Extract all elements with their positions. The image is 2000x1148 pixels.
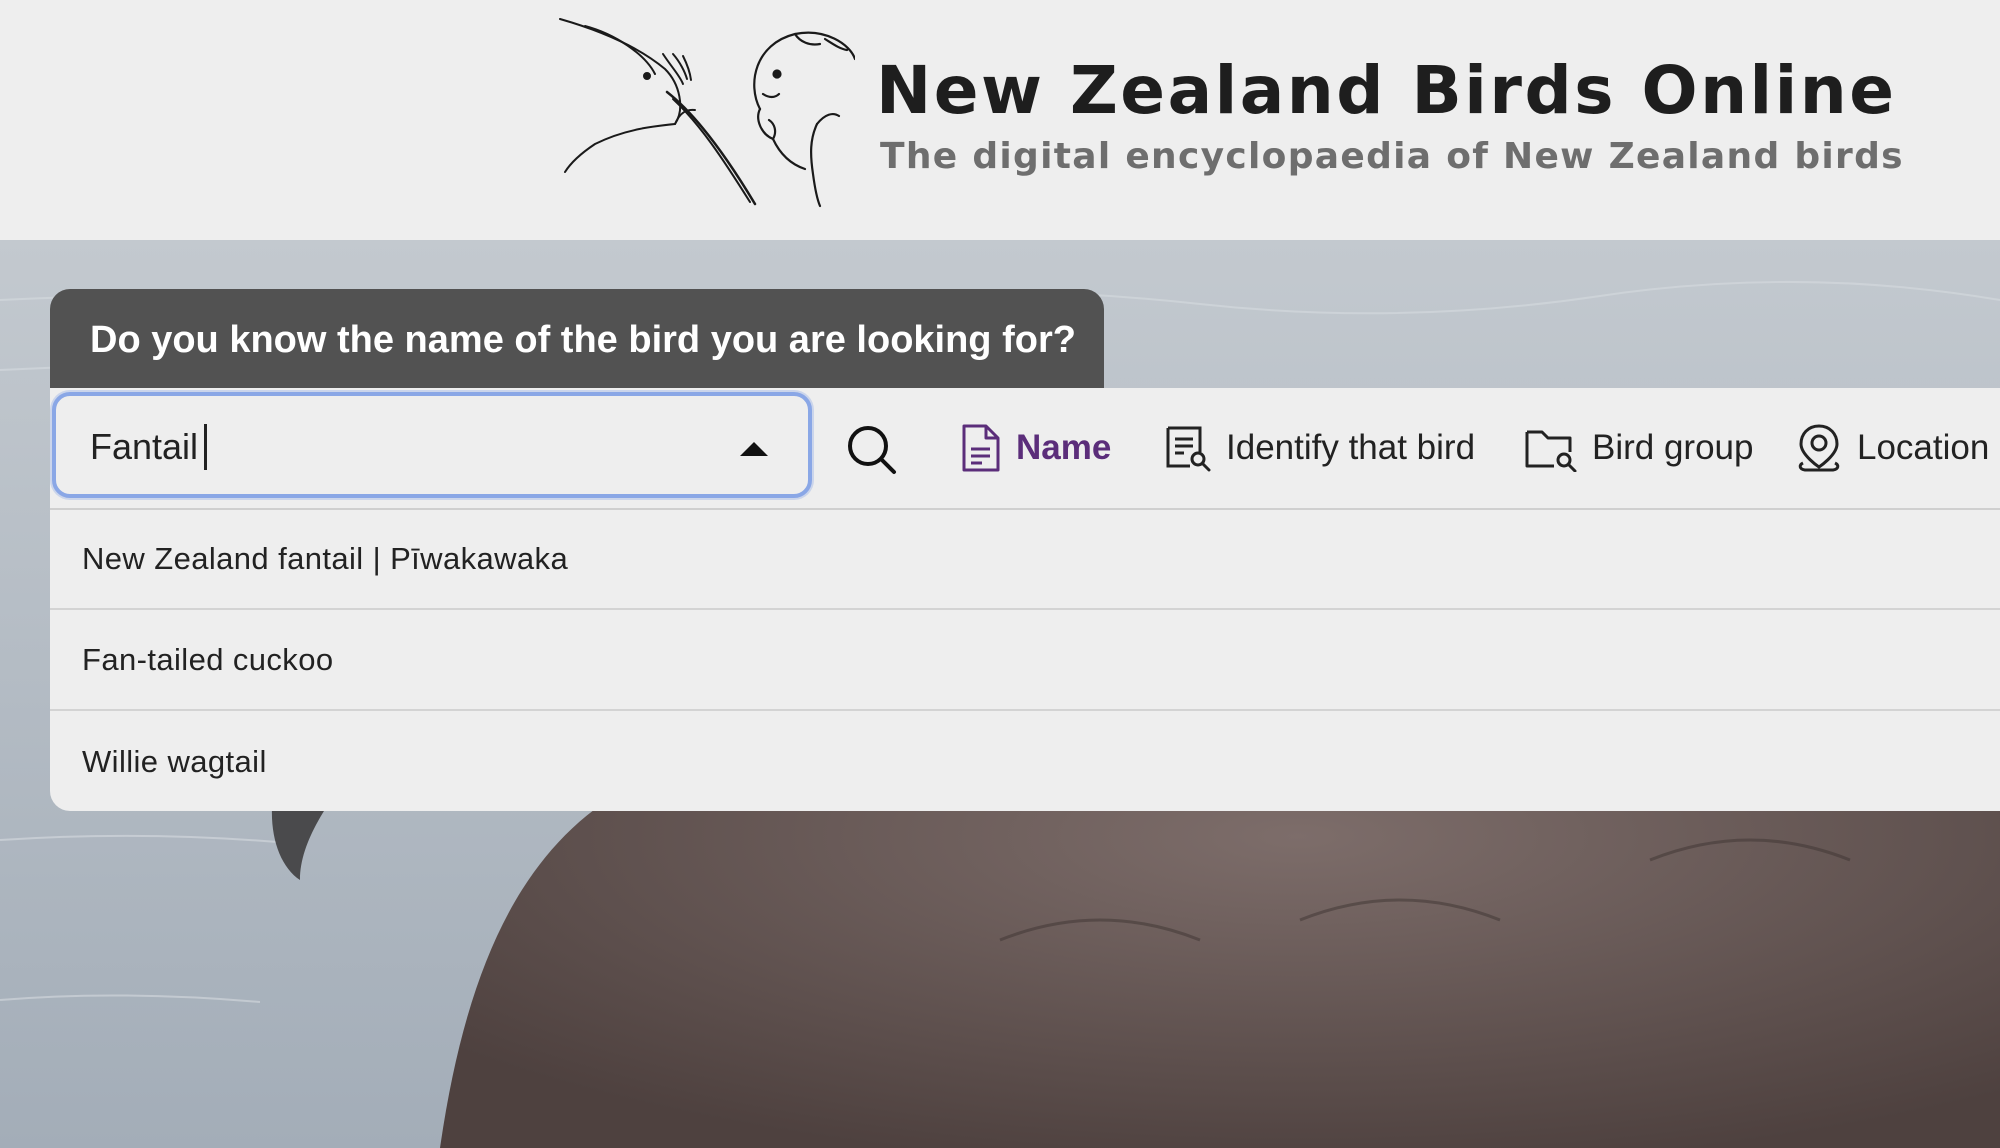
search-input[interactable] <box>90 424 690 470</box>
search-question-tab: Do you know the name of the bird you are… <box>50 289 1104 388</box>
nav-tab-label: Bird group <box>1592 428 1754 467</box>
site-subtitle: The digital encyclopaedia of New Zealand… <box>880 136 1904 177</box>
folder-search-icon <box>1525 430 1577 472</box>
suggestion-item[interactable]: New Zealand fantail | Pīwakawaka <box>50 510 2000 610</box>
site-logo[interactable] <box>555 14 855 214</box>
search-combobox[interactable] <box>52 392 812 498</box>
document-icon <box>962 424 1000 472</box>
suggestion-item[interactable]: Willie wagtail <box>50 712 2000 812</box>
collapse-arrow-icon[interactable] <box>740 442 768 456</box>
text-cursor <box>204 424 207 470</box>
nav-tab-label: Name <box>1016 428 1112 467</box>
search-question: Do you know the name of the bird you are… <box>90 319 1076 361</box>
search-bar: Name Identify that bird Bird group Loca <box>50 388 2000 510</box>
nav-tab-label: Identify that bird <box>1226 428 1476 467</box>
nav-tab-location[interactable]: Location <box>1795 418 1989 478</box>
site-header: New Zealand Birds Online The digital enc… <box>0 0 2000 240</box>
nav-tab-identify[interactable]: Identify that bird <box>1164 418 1475 478</box>
nav-tab-label: Location <box>1857 428 1990 467</box>
nav-tab-bird-group[interactable]: Bird group <box>1524 418 1753 478</box>
nav-tab-name[interactable]: Name <box>960 418 1111 478</box>
search-icon[interactable] <box>844 422 900 478</box>
autocomplete-list: New Zealand fantail | Pīwakawaka Fan-tai… <box>50 510 2000 811</box>
suggestion-item[interactable]: Fan-tailed cuckoo <box>50 611 2000 711</box>
location-pin-icon <box>1798 424 1840 472</box>
site-title: New Zealand Birds Online <box>876 52 1897 129</box>
document-search-icon <box>1166 426 1211 472</box>
